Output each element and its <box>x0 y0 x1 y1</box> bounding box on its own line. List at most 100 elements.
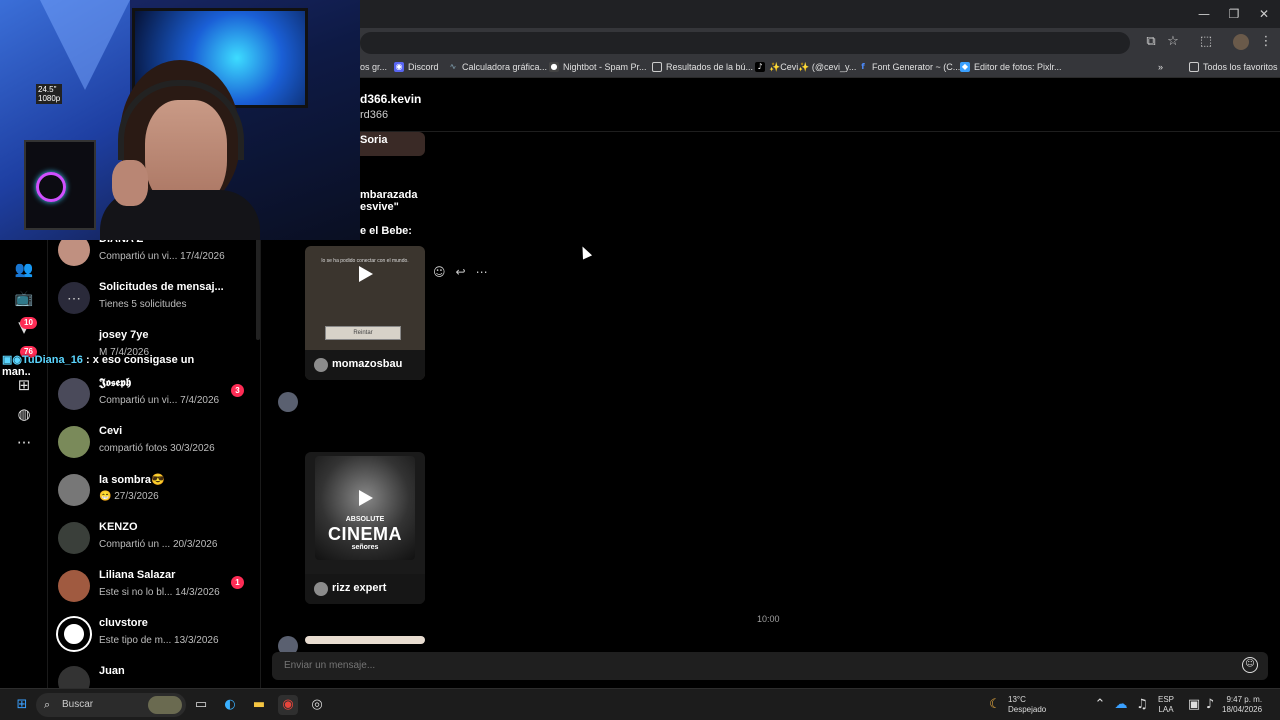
task-view-icon[interactable]: ▭ <box>191 695 211 715</box>
more-icon[interactable]: ··· <box>12 432 36 454</box>
monitor-box-label: 24.5" 1080p <box>36 84 63 104</box>
bookmarks-overflow-icon[interactable]: » <box>1158 60 1163 74</box>
windows-start-icon[interactable]: ⊞ <box>12 695 32 715</box>
bookmark-label: ✨Cevi✨ (@cevi_y... <box>769 61 857 72</box>
profile-avatar[interactable] <box>1233 34 1249 50</box>
chat-title[interactable]: d366.kevin <box>360 92 421 106</box>
bookmark-item[interactable]: ∿ Calculadora gráfica... <box>448 60 547 74</box>
pixlr-icon: ◆ <box>960 62 970 72</box>
chat-panel: d366.kevin rd366 Soria mbarazada esvive"… <box>260 80 1280 688</box>
bookmark-label: Calculadora gráfica... <box>462 62 548 72</box>
conversation-item[interactable]: la sombra😎 😁 27/3/2026 <box>58 470 254 514</box>
conversation-preview: Compartió un ... 20/3/2026 <box>99 539 218 550</box>
author-avatar <box>314 582 328 596</box>
clock-date: 18/04/2026 <box>1222 705 1263 714</box>
weather-icon: ☾ <box>989 697 1001 712</box>
more-options-icon[interactable]: ⋯ <box>476 265 488 279</box>
emoji-icon[interactable]: ☺ <box>1242 657 1258 673</box>
chevron-up-icon[interactable]: ⌃ <box>1090 695 1110 715</box>
conversation-item[interactable]: Liliana Salazar Este si no lo bl... 14/3… <box>58 566 254 610</box>
nightbot-icon: ● <box>549 62 559 72</box>
clock[interactable]: 9:47 p. m. 18/04/2026 <box>1222 695 1262 715</box>
search-label: Buscar <box>62 699 94 710</box>
app-icon[interactable]: ◎ <box>307 695 327 715</box>
conversation-name: KENZO <box>99 521 138 533</box>
video-author: rizz expert <box>332 582 387 594</box>
conversation-preview: Compartió un vi... 17/4/2026 <box>99 251 225 262</box>
bookmark-item[interactable]: ◉ Discord <box>394 60 439 74</box>
bookmark-item[interactable]: os gr... <box>360 60 387 74</box>
conversation-preview: compartió fotos 30/3/2026 <box>99 443 215 454</box>
bookmark-item[interactable]: f Font Generator ~ (C... <box>858 60 960 74</box>
avatar <box>58 474 90 506</box>
extensions-icon[interactable]: ⬚ <box>1198 34 1214 50</box>
folder-icon <box>1189 62 1199 72</box>
volume-icon[interactable]: ♪ <box>1200 695 1220 715</box>
conversation-item[interactable]: cluvstore Este tipo de m... 13/3/2026 <box>58 614 254 658</box>
weather-temp: 13°C <box>1008 695 1026 704</box>
message-text: mbarazada <box>360 189 418 201</box>
bookmark-item[interactable]: ♪ ✨Cevi✨ (@cevi_y... <box>755 60 856 74</box>
discord-icon: ◉ <box>394 62 404 72</box>
following-icon[interactable]: 👥 <box>12 258 36 280</box>
file-explorer-icon[interactable]: ▬ <box>249 695 269 715</box>
star-icon[interactable]: ☆ <box>1165 34 1181 50</box>
react-icon[interactable]: ☺ <box>433 265 446 279</box>
onedrive-icon[interactable]: ☁ <box>1111 695 1131 715</box>
shared-video-card[interactable]: ABSOLUTE CINEMA señores rizz expert <box>305 452 425 604</box>
shared-video-card[interactable]: lo se ha podido conectar con el mundo. R… <box>305 246 425 380</box>
conversation-item[interactable]: KENZO Compartió un ... 20/3/2026 <box>58 518 254 562</box>
bookmark-label: Discord <box>408 62 439 72</box>
stream-chat-message: ▣◉TuDiana_16 : x eso consigase un man.. <box>2 353 194 378</box>
conversation-preview: Este si no lo bl... 14/3/2026 <box>99 587 220 598</box>
edge-icon[interactable]: ◐ <box>220 695 240 715</box>
sender-avatar <box>278 392 298 412</box>
avatar <box>58 522 90 554</box>
message-text: e el Bebe: <box>360 225 412 237</box>
font-generator-icon: f <box>861 62 865 71</box>
chat-text: : x eso consigase un <box>86 354 195 366</box>
screen: — ❐ ✕ ⧉ ☆ ⬚ ⋮ os gr... ◉ Discord ∿ Calcula… <box>0 0 1280 720</box>
play-icon[interactable] <box>359 490 373 506</box>
video-frame-button: Reintar <box>325 326 401 340</box>
play-icon[interactable] <box>359 266 373 282</box>
weather-desc: Despejado <box>1008 705 1047 714</box>
bookmark-label: Resultados de la bú... <box>666 62 754 72</box>
address-bar[interactable] <box>360 32 1130 54</box>
video-card-footer: rizz expert <box>305 574 425 604</box>
avatar <box>58 618 90 650</box>
video-caption: ABSOLUTE <box>345 516 385 523</box>
bookmark-item[interactable]: Resultados de la bú... <box>652 60 753 74</box>
chat-header: d366.kevin rd366 <box>261 80 1280 132</box>
weather-widget[interactable]: 13°C Despejado <box>1008 695 1046 715</box>
shared-media-preview[interactable] <box>305 636 425 644</box>
message-actions: ☺ ↩ ⋯ <box>433 265 488 279</box>
restore-icon[interactable]: ❐ <box>1222 5 1246 23</box>
conversation-name: la sombra😎 <box>99 474 165 486</box>
bookmark-item[interactable]: ● Nightbot - Spam Pr... <box>549 60 647 74</box>
message-text: Soria <box>360 134 388 146</box>
live-icon[interactable]: 📺 <box>12 287 36 309</box>
conversation-item[interactable]: Cevi compartió fotos 30/3/2026 <box>58 422 254 466</box>
close-icon[interactable]: ✕ <box>1252 5 1276 23</box>
bookmark-item[interactable]: ◆ Editor de fotos: Pixlr... <box>960 60 1062 74</box>
all-bookmarks-button[interactable]: Todos los favoritos <box>1189 60 1278 74</box>
author-avatar <box>314 358 328 372</box>
message-requests-item[interactable]: ⋯ Solicitudes de mensaj... Tienes 5 soli… <box>58 278 254 322</box>
message-input[interactable] <box>284 660 1184 671</box>
conversation-name: Juan <box>99 665 125 677</box>
conversation-name: Solicitudes de mensaj... <box>99 281 224 293</box>
reply-icon[interactable]: ↩ <box>456 265 466 279</box>
conversation-item[interactable]: 𝕵𝖔𝖘𝖊𝖕𝖍 Compartió un vi... 7/4/2026 3 <box>58 374 254 418</box>
install-app-icon[interactable]: ⧉ <box>1143 34 1159 50</box>
video-card-footer: momazosbau <box>305 350 425 380</box>
chrome-icon[interactable]: ◉ <box>278 695 298 715</box>
menu-icon[interactable]: ⋮ <box>1258 34 1274 50</box>
taskbar-search[interactable]: ⌕ Buscar <box>36 693 186 717</box>
profile-icon[interactable]: ◍ <box>12 403 36 425</box>
language-indicator[interactable]: ESP LAA <box>1158 695 1174 715</box>
microphone-icon[interactable]: ♫ <box>1132 695 1152 715</box>
minimize-icon[interactable]: — <box>1192 5 1216 23</box>
conversation-preview: Tienes 5 solicitudes <box>99 299 187 310</box>
time-separator: 10:00 <box>757 614 780 624</box>
